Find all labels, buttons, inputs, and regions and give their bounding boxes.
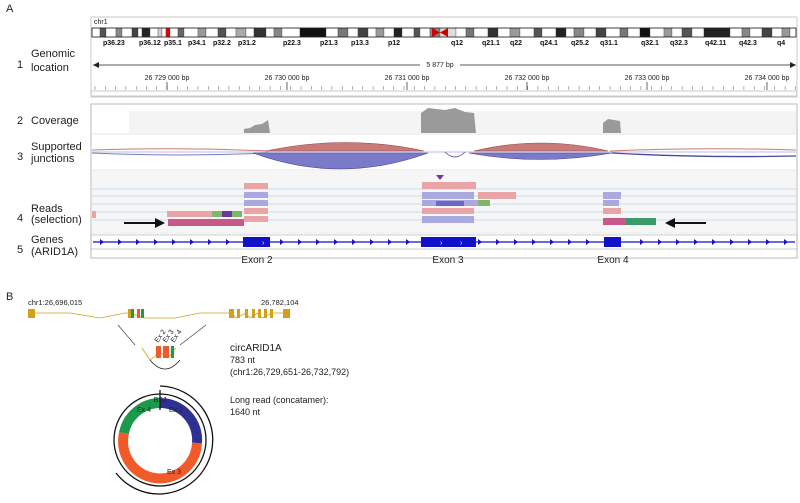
reads-track <box>92 171 796 232</box>
long-read-title: Long read (concatamer): <box>230 395 329 405</box>
track-labels: 1 Genomic location 2 Coverage 3 Supportedjunct… <box>17 48 82 258</box>
coverage-track <box>92 108 796 133</box>
band-label: p36.23 <box>103 40 125 47</box>
band-label: p31.2 <box>238 40 256 47</box>
band-label: p35.1 <box>164 40 182 47</box>
track-label: junctions <box>30 153 75 165</box>
track-label: (ARID1A) <box>31 246 78 258</box>
ruler-tick-label: 26 734 000 bp <box>745 75 790 82</box>
junction-track <box>91 142 797 170</box>
band-label: p21.3 <box>320 40 338 47</box>
band-label: q42.11 <box>705 40 727 47</box>
junction-arc-exon3-exon4-up <box>473 142 609 152</box>
band-label: q21.1 <box>482 40 500 47</box>
ruler-tick-label: 26 732 000 bp <box>505 75 550 82</box>
exon4-label: Exon 4 <box>597 255 629 266</box>
track-label: (selection) <box>31 214 82 226</box>
band-label: q42.3 <box>739 40 757 47</box>
backsplice-arc-down <box>252 152 429 170</box>
track-number: 3 <box>17 151 23 163</box>
exon3-label: Exon 3 <box>432 255 464 266</box>
coordinate-ruler: 26 729 000 bp 26 730 000 bp 26 731 000 bp 2… <box>94 75 796 90</box>
panel-a-label: A <box>6 3 14 15</box>
circular-rna-diagram: BSJ Ex 4 Ex 2 Ex 3 <box>113 385 214 495</box>
figure-canvas: A chr1 p36.23 p36.12 p35.1 p34.1 p32.2 p31.2 p… <box>6 3 798 495</box>
ruler-tick-label: 26 730 000 bp <box>265 75 310 82</box>
track-number: 4 <box>17 213 23 225</box>
gene-track: › › › <box>90 234 798 250</box>
band-label: q32.1 <box>641 40 659 47</box>
band-label: q32.3 <box>670 40 688 47</box>
track-number: 2 <box>17 115 23 127</box>
band-label: p13.3 <box>351 40 369 47</box>
junction-arc-exon3-exon4-down <box>468 152 613 160</box>
long-read-length: 1640 nt <box>230 407 261 417</box>
junction-arc-exon2-exon3-up <box>265 142 425 152</box>
chromosome-ideogram <box>91 27 797 38</box>
track-label: Coverage <box>31 115 79 127</box>
bsj-label: BSJ <box>154 397 167 404</box>
band-label: q25.2 <box>571 40 589 47</box>
band-label: p22.3 <box>283 40 301 47</box>
track-label: location <box>31 62 69 74</box>
coverage-peak-exon4 <box>603 119 621 133</box>
span-indicator: 5 877 bp <box>93 60 796 69</box>
track-label: Genes <box>31 234 64 246</box>
panel-b-label: B <box>6 291 13 303</box>
band-label: q24.1 <box>540 40 558 47</box>
ring-ex3-label: Ex 3 <box>167 469 181 476</box>
band-label: q12 <box>451 40 463 47</box>
track-number: 1 <box>17 59 23 71</box>
exon2-label: Exon 2 <box>241 255 273 266</box>
band-label: p34.1 <box>188 40 206 47</box>
ring-ex2-label: Ex 2 <box>169 407 183 414</box>
exon4-block <box>604 237 621 247</box>
band-labels: p36.23 p36.12 p35.1 p34.1 p32.2 p31.2 p22.3 p21… <box>103 40 785 47</box>
band-label: q22 <box>510 40 522 47</box>
chromosome-name: chr1 <box>94 19 108 26</box>
band-label: q4 <box>777 40 785 47</box>
track-label: Genomic <box>31 48 76 60</box>
exon3-block <box>421 237 476 247</box>
span-length: 5 877 bp <box>426 62 453 69</box>
track-label: Supported <box>31 141 82 153</box>
circ-name: circARID1A <box>230 343 282 354</box>
circ-exon-model: Ex 2 Ex 3 Ex 4 <box>141 329 184 370</box>
track-number: 5 <box>17 244 23 256</box>
gene-start-coordinate: chr1:26,696,015 <box>28 298 82 307</box>
band-label: q31.1 <box>600 40 618 47</box>
ring-ex4-label: Ex 4 <box>137 407 151 414</box>
band-label: p32.2 <box>213 40 231 47</box>
band-label: p36.12 <box>139 40 161 47</box>
ruler-tick-label: 26 731 000 bp <box>385 75 430 82</box>
ruler-tick-label: 26 733 000 bp <box>625 75 670 82</box>
gene-end-coordinate: 26,782,104 <box>261 298 299 307</box>
exon2-block <box>243 237 270 247</box>
circ-coordinates: (chr1:26,729,651-26,732,792) <box>230 367 349 377</box>
circ-length: 783 nt <box>230 355 256 365</box>
ring-exon3-segment <box>118 431 202 484</box>
band-label: p12 <box>388 40 400 47</box>
ruler-tick-label: 26 729 000 bp <box>145 75 190 82</box>
